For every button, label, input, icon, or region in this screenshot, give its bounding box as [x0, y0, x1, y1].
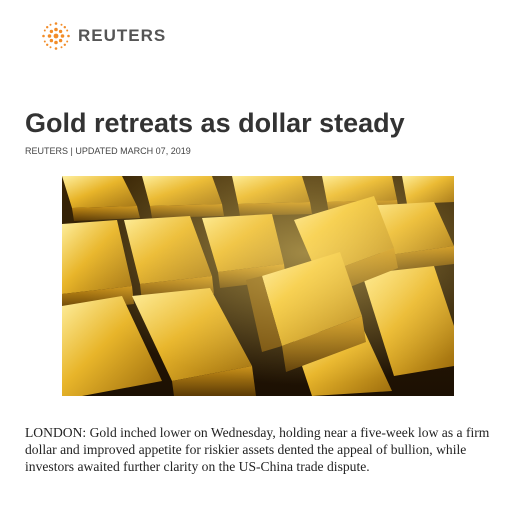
reuters-dot-logo-icon [42, 22, 70, 50]
logo-wordmark: REUTERS [78, 26, 167, 45]
reuters-logo[interactable]: REUTERS [40, 20, 166, 52]
gold-bars-photo [62, 176, 454, 396]
article-headline: Gold retreats as dollar steady [25, 108, 405, 138]
gold-bars-image [62, 176, 454, 396]
article-byline: REUTERS | UPDATED MARCH 07, 2019 [25, 146, 191, 156]
article-body: LONDON: Gold inched lower on Wednesday, … [25, 425, 490, 474]
